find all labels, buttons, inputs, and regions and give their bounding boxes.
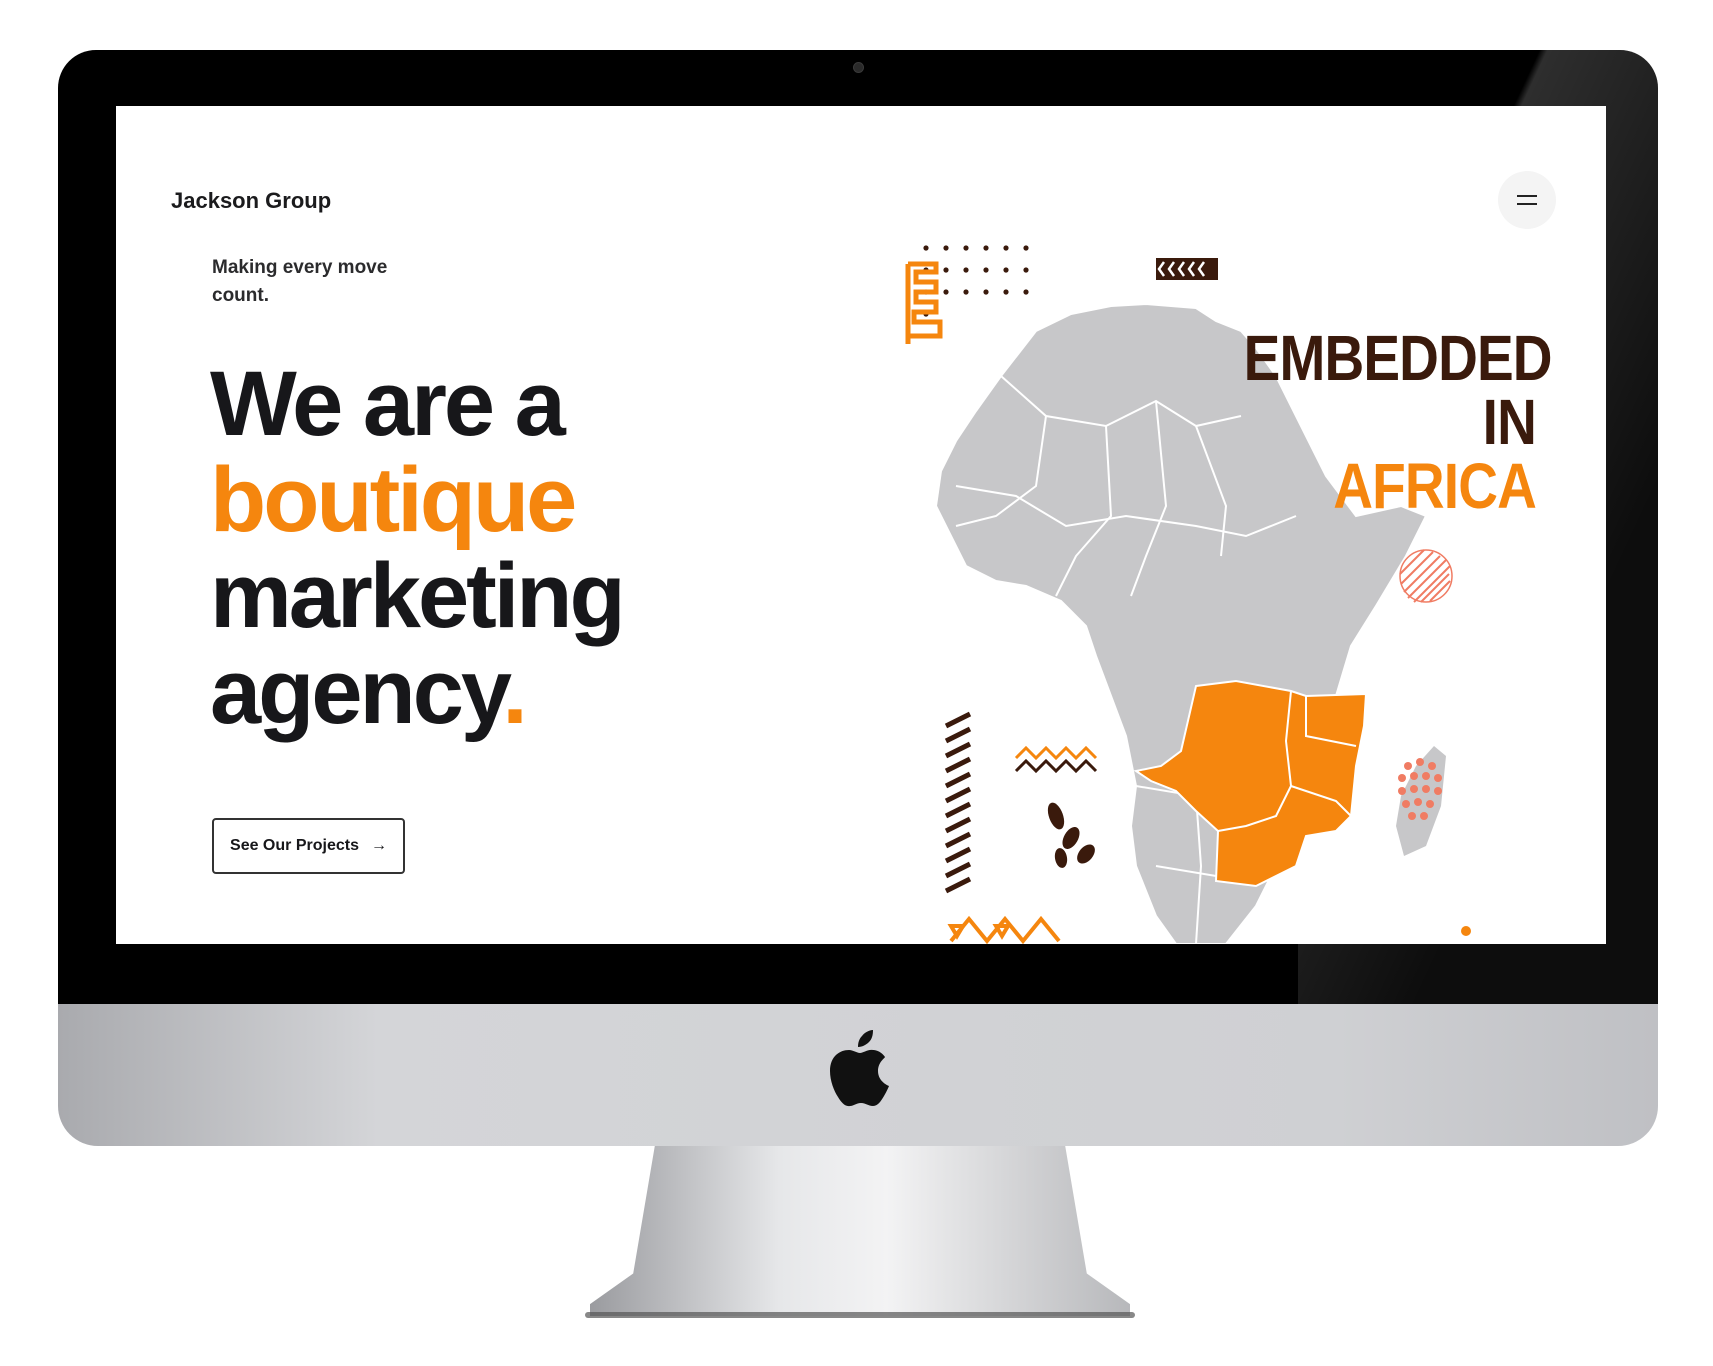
hero-headline: We are a boutique marketing agency. xyxy=(210,353,626,740)
accent-dot xyxy=(1461,926,1471,936)
dot-grid-pattern xyxy=(923,245,1029,317)
africa-word: AFRICA xyxy=(1333,450,1537,522)
menu-button[interactable] xyxy=(1498,171,1556,229)
headline-word-agency: agency xyxy=(210,641,505,743)
headline-line-3: marketing xyxy=(210,545,626,647)
headline-line-1: We are a xyxy=(210,353,566,455)
embedded-in-africa-title: EMBEDDED IN AFRICA xyxy=(1243,322,1553,522)
brand-logo-link[interactable]: Jackson Group xyxy=(171,188,331,214)
apple-logo-icon xyxy=(830,1030,889,1107)
in-word: IN xyxy=(1482,386,1537,458)
hatched-circle-pattern xyxy=(1399,549,1453,603)
maze-pattern xyxy=(905,261,943,344)
headline-line-4: agency. xyxy=(210,644,623,740)
tagline: Making every move count. xyxy=(212,257,388,306)
zigzag-pattern xyxy=(1014,745,1098,774)
chevron-band-pattern xyxy=(1156,258,1218,280)
stand-shadow xyxy=(585,1312,1135,1318)
see-projects-button[interactable]: See Our Projects → xyxy=(212,818,405,874)
headline-line-2: boutique xyxy=(210,449,577,551)
footprints-icon xyxy=(1047,802,1095,868)
camera-icon xyxy=(853,62,864,73)
see-projects-label: See Our Projects xyxy=(230,837,359,854)
hamburger-icon xyxy=(1517,195,1537,205)
in-africa-line: IN AFRICA xyxy=(1244,386,1537,522)
screen: Jackson Group Making every move count. W… xyxy=(116,106,1606,944)
striped-bar-pattern xyxy=(944,711,972,894)
triangle-pattern xyxy=(947,915,1061,944)
imac-stand xyxy=(590,1146,1130,1316)
headline-period: . xyxy=(502,641,528,743)
arrow-right-icon: → xyxy=(370,837,387,854)
embedded-word: EMBEDDED xyxy=(1243,322,1553,394)
